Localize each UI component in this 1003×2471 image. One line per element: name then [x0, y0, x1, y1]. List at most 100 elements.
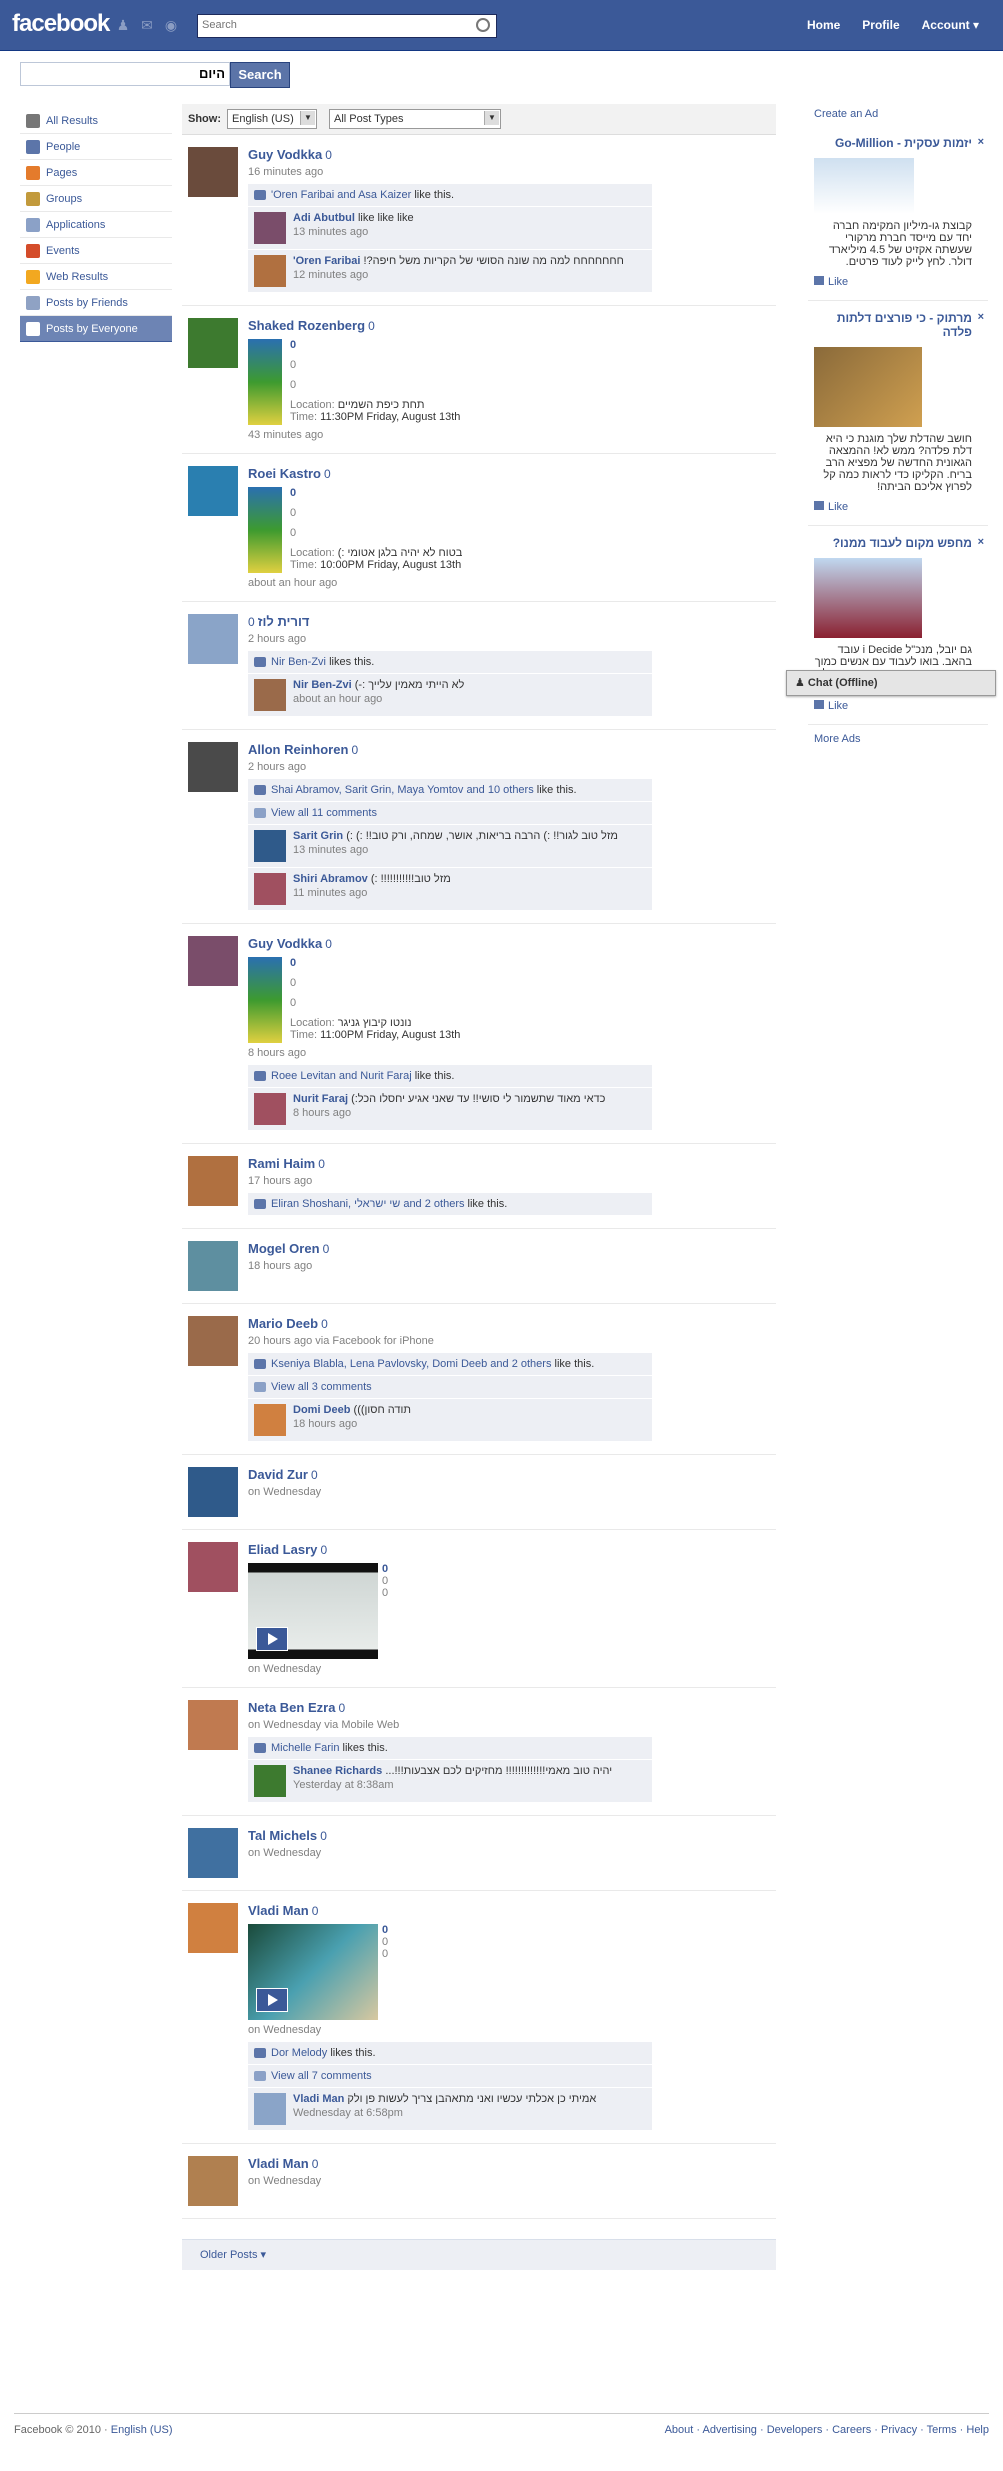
likers-link[interactable]: Nir Ben-Zvi — [271, 656, 326, 668]
event-thumbnail[interactable] — [248, 487, 282, 573]
actor-name-link[interactable]: Rami Haim — [248, 1156, 315, 1171]
ad-title-link[interactable]: מרתוק - כי פורצים דלתות פלדה — [814, 311, 988, 339]
actor-name-link[interactable]: Allon Reinhoren — [248, 742, 348, 757]
filter-pages[interactable]: Pages — [20, 160, 172, 186]
commenter-name-link[interactable]: 'Oren Faribai — [293, 255, 360, 267]
ad-title-link[interactable]: מחפש מקום לעבוד ממנו? — [814, 536, 988, 550]
event-thumbnail[interactable] — [248, 339, 282, 425]
commenter-name-link[interactable]: Vladi Man — [293, 2093, 344, 2105]
likers-link[interactable]: Kseniya Blabla, Lena Pavlovsky, Domi Dee… — [271, 1358, 551, 1370]
avatar[interactable] — [188, 1700, 238, 1750]
actor-name-link[interactable]: David Zur — [248, 1467, 308, 1482]
filter-all-results[interactable]: All Results — [20, 108, 172, 134]
play-icon[interactable] — [256, 1627, 288, 1651]
avatar[interactable] — [188, 466, 238, 516]
commenter-avatar[interactable] — [254, 2093, 286, 2125]
view-all-comments-link[interactable]: View all 11 comments — [271, 807, 377, 819]
commenter-avatar[interactable] — [254, 830, 286, 862]
query-input[interactable] — [21, 63, 229, 83]
actor-name-link[interactable]: Eliad Lasry — [248, 1542, 317, 1557]
event-thumbnail[interactable] — [248, 957, 282, 1043]
commenter-name-link[interactable]: Domi Deeb — [293, 1404, 350, 1416]
ad-like[interactable]: Like — [814, 501, 988, 513]
video-thumbnail[interactable] — [248, 1924, 378, 2020]
event-link[interactable]: 0 — [290, 957, 460, 969]
actor-name-link[interactable]: Guy Vodkka — [248, 936, 322, 951]
view-all-comments-link[interactable]: View all 3 comments — [271, 1381, 372, 1393]
actor-name-link[interactable]: Mogel Oren — [248, 1241, 320, 1256]
filter-posts-by-everyone[interactable]: Posts by Everyone — [20, 316, 172, 342]
commenter-avatar[interactable] — [254, 1404, 286, 1436]
filter-applications[interactable]: Applications — [20, 212, 172, 238]
play-icon[interactable] — [256, 1988, 288, 2012]
filter-people[interactable]: People — [20, 134, 172, 160]
avatar[interactable] — [188, 1828, 238, 1878]
ad-like[interactable]: Like — [814, 700, 988, 712]
footer-links[interactable]: About · Advertising · Developers · Caree… — [665, 2424, 989, 2436]
commenter-name-link[interactable]: Adi Abutbul — [293, 212, 355, 224]
avatar[interactable] — [188, 147, 238, 197]
commenter-avatar[interactable] — [254, 873, 286, 905]
actor-name-link[interactable]: דורית לוז — [258, 614, 310, 629]
close-icon[interactable]: × — [978, 136, 984, 148]
filter-web-results[interactable]: Web Results — [20, 264, 172, 290]
likers-link[interactable]: Eliran Shoshani, שי ישראלי and 2 others — [271, 1198, 464, 1210]
view-all-comments-link[interactable]: View all 7 comments — [271, 2070, 372, 2082]
friend-requests-icon[interactable]: ♟ — [115, 17, 131, 33]
avatar[interactable] — [188, 2156, 238, 2206]
nav-home[interactable]: Home — [807, 18, 840, 32]
ad-like[interactable]: Like — [814, 276, 988, 288]
event-link[interactable]: 0 — [290, 339, 460, 351]
commenter-avatar[interactable] — [254, 212, 286, 244]
close-icon[interactable]: × — [978, 311, 984, 323]
video-link[interactable]: 0 — [382, 1563, 388, 1575]
commenter-name-link[interactable]: Shiri Abramov — [293, 873, 368, 885]
actor-name-link[interactable]: Vladi Man — [248, 1903, 309, 1918]
actor-name-link[interactable]: Roei Kastro — [248, 466, 321, 481]
actor-name-link[interactable]: Tal Michels — [248, 1828, 317, 1843]
commenter-avatar[interactable] — [254, 679, 286, 711]
video-link[interactable]: 0 — [382, 1924, 388, 1936]
actor-name-link[interactable]: Guy Vodkka — [248, 147, 322, 162]
likers-link[interactable]: Shai Abramov, Sarit Grin, Maya Yomtov an… — [271, 784, 534, 796]
language-select[interactable]: English (US) ▼ — [227, 109, 317, 129]
facebook-logo[interactable]: facebook — [12, 10, 110, 38]
search-button[interactable]: Search — [230, 62, 290, 88]
avatar[interactable] — [188, 936, 238, 986]
avatar[interactable] — [188, 1542, 238, 1592]
ad-image[interactable] — [814, 347, 922, 427]
avatar[interactable] — [188, 1241, 238, 1291]
avatar[interactable] — [188, 614, 238, 664]
actor-name-link[interactable]: Shaked Rozenberg — [248, 318, 365, 333]
actor-name-link[interactable]: Vladi Man — [248, 2156, 309, 2171]
likers-link[interactable]: Michelle Farin — [271, 1742, 339, 1754]
avatar[interactable] — [188, 742, 238, 792]
commenter-avatar[interactable] — [254, 1093, 286, 1125]
post-type-select[interactable]: All Post Types ▼ — [329, 109, 501, 129]
commenter-name-link[interactable]: Nir Ben-Zvi — [293, 679, 352, 691]
commenter-avatar[interactable] — [254, 1765, 286, 1797]
footer-language-link[interactable]: English (US) — [111, 2424, 173, 2436]
avatar[interactable] — [188, 318, 238, 368]
actor-name-link[interactable]: Mario Deeb — [248, 1316, 318, 1331]
commenter-name-link[interactable]: Shanee Richards — [293, 1765, 382, 1777]
likers-link[interactable]: Dor Melody — [271, 2047, 327, 2059]
ad-image[interactable] — [814, 158, 914, 214]
messages-icon[interactable]: ✉ — [139, 17, 155, 33]
avatar[interactable] — [188, 1316, 238, 1366]
create-ad-link[interactable]: Create an Ad — [808, 104, 988, 126]
filter-groups[interactable]: Groups — [20, 186, 172, 212]
ad-image[interactable] — [814, 558, 922, 638]
search-icon[interactable] — [476, 18, 490, 32]
video-thumbnail[interactable] — [248, 1563, 378, 1659]
close-icon[interactable]: × — [978, 536, 984, 548]
ad-title-link[interactable]: יזמות עסקית - Go-Million — [814, 136, 988, 150]
avatar[interactable] — [188, 1903, 238, 1953]
filter-posts-by-friends[interactable]: Posts by Friends — [20, 290, 172, 316]
commenter-avatar[interactable] — [254, 255, 286, 287]
event-link[interactable]: 0 — [290, 487, 462, 499]
avatar[interactable] — [188, 1156, 238, 1206]
older-posts-link[interactable]: Older Posts ▾ — [182, 2239, 776, 2270]
nav-profile[interactable]: Profile — [862, 18, 899, 32]
top-search-input[interactable] — [198, 15, 466, 35]
